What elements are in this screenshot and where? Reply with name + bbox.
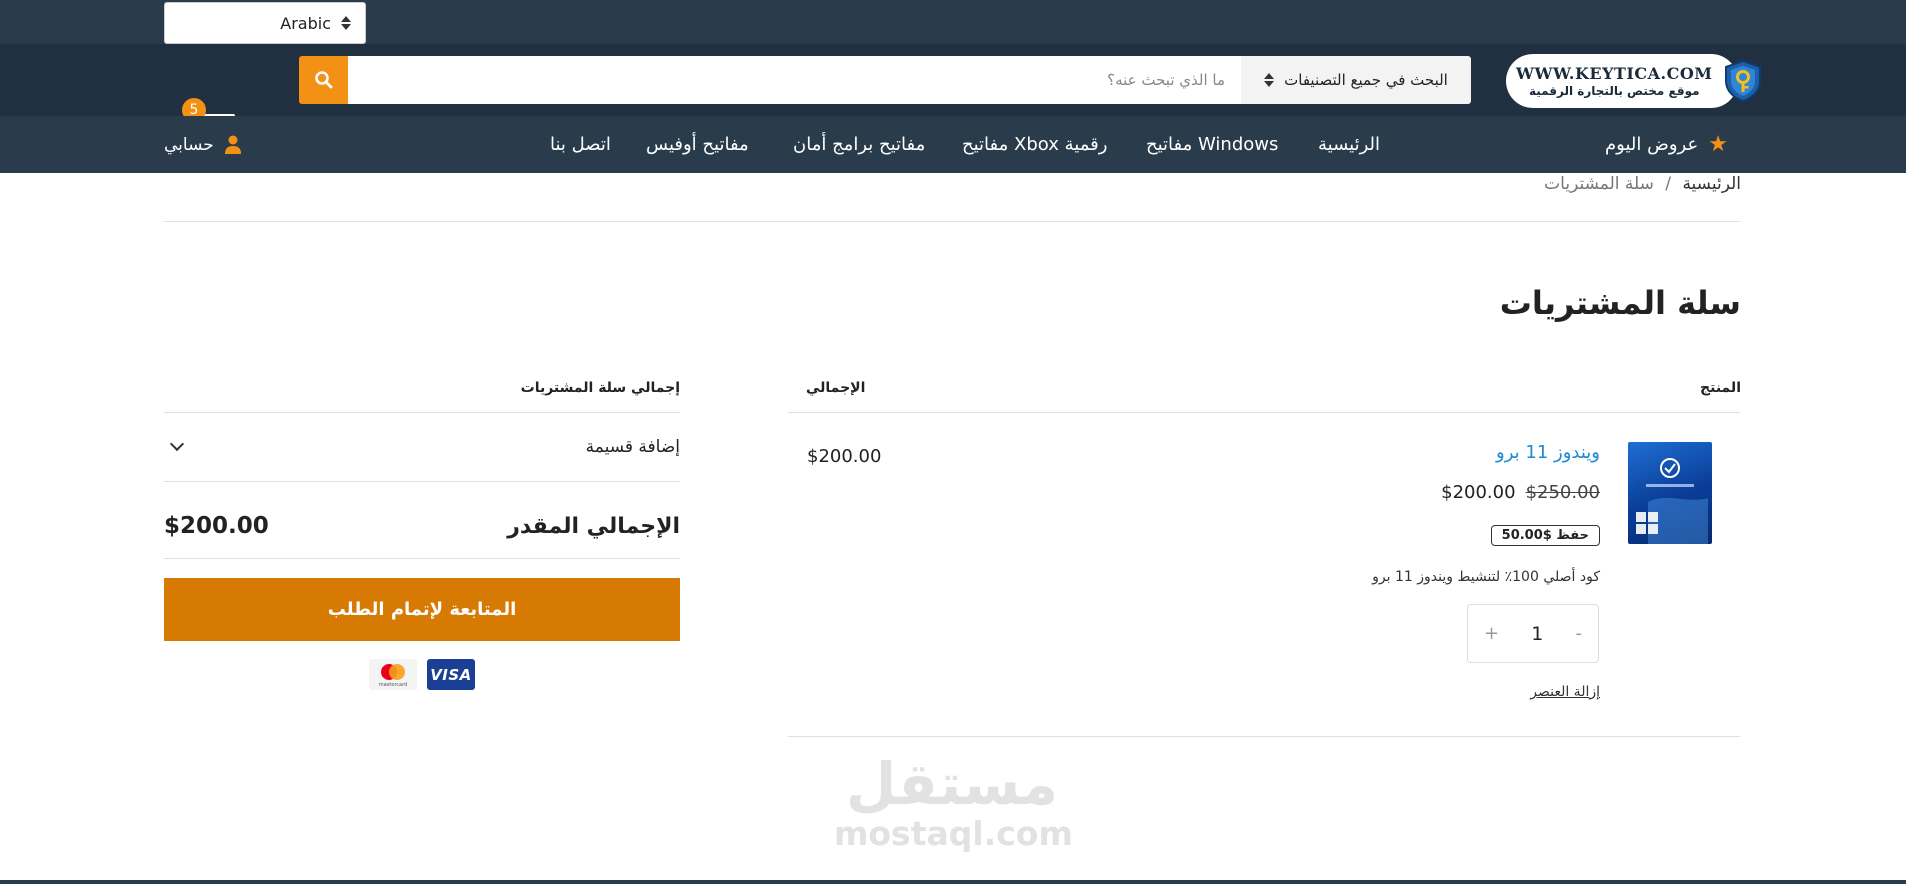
- account-link[interactable]: حسابي: [164, 116, 242, 173]
- mastercard-icon: mastercard: [369, 659, 417, 690]
- star-icon: ★: [1708, 132, 1728, 157]
- summary-title: إجمالي سلة المشتريات: [520, 380, 680, 396]
- breadcrumb-current: سلة المشتريات: [1544, 174, 1654, 194]
- account-label: حسابي: [164, 134, 214, 155]
- category-select-value: البحث في جميع التصنيفات: [1284, 71, 1448, 89]
- user-icon: [224, 135, 241, 154]
- nav-item-office-keys[interactable]: مفاتيح أوفيس: [646, 116, 749, 173]
- table-header-divider: [788, 412, 1740, 413]
- top-bar: Arabic: [0, 0, 1906, 44]
- windows-product-box-icon: [1636, 458, 1708, 544]
- site-logo[interactable]: WWW.KEYTICA.COM موقع مختص بالتجارة الرقم…: [1506, 54, 1761, 108]
- breadcrumb-home[interactable]: الرئيسية: [1682, 174, 1741, 194]
- nav-item-windows-keys[interactable]: مفاتيح Windows: [1146, 116, 1278, 173]
- search-bar: البحث في جميع التصنيفات: [299, 56, 1471, 104]
- product-name-link[interactable]: ويندوز 11 برو: [1496, 442, 1600, 463]
- product-column-header: المنتج: [1700, 380, 1741, 396]
- breadcrumb-separator: /: [1665, 174, 1672, 194]
- total-column-header: الإجمالي: [806, 380, 866, 396]
- summary-divider: [164, 481, 680, 482]
- coupon-label: إضافة قسيمة: [585, 437, 680, 457]
- estimated-total-row: $200.00 الإجمالي المقدر: [164, 496, 680, 556]
- bottom-strip: [0, 880, 1906, 884]
- search-input[interactable]: [348, 56, 1241, 104]
- updown-arrow-icon: [1264, 73, 1275, 87]
- nav-item-deals[interactable]: عروض اليوم ★: [1605, 116, 1728, 173]
- save-badge: حفظ $50.00: [1490, 525, 1600, 546]
- nav-item-security-keys[interactable]: مفاتيح برامج أمان: [793, 116, 925, 173]
- watermark-arabic: مستقل: [845, 750, 1059, 818]
- nav-item-deals-label: عروض اليوم: [1605, 134, 1699, 155]
- page-title: سلة المشتريات: [1499, 284, 1741, 322]
- mastercard-wordmark: mastercard: [378, 682, 408, 688]
- product-description: كود أصلي 100٪ لتنشيط ويندوز 11 برو: [1372, 569, 1600, 585]
- logo-tagline: موقع مختص بالتجارة الرقمية: [1528, 84, 1700, 98]
- watermark: مستقل mostaql.com: [834, 750, 1073, 853]
- nav-item-xbox-keys[interactable]: مفاتيح Xbox رقمية: [962, 116, 1107, 173]
- checkout-button[interactable]: المتابعة لإتمام الطلب: [164, 578, 680, 641]
- language-select-value: Arabic: [280, 13, 331, 33]
- visa-icon: VISA: [427, 659, 475, 690]
- nav-item-home[interactable]: الرئيسية: [1318, 116, 1380, 173]
- shield-key-icon: [1724, 59, 1761, 103]
- qty-decrease-button[interactable]: -: [1576, 623, 1583, 644]
- updown-arrow-icon: [341, 16, 351, 30]
- language-select[interactable]: Arabic: [164, 2, 366, 44]
- search-icon: [314, 71, 332, 89]
- summary-divider: [164, 558, 680, 559]
- product-prices: $200.00 $250.00: [1441, 482, 1600, 503]
- product-thumbnail[interactable]: [1628, 442, 1712, 544]
- table-row-divider: [788, 736, 1740, 737]
- logo-url: WWW.KEYTICA.COM: [1516, 64, 1713, 83]
- line-total: $200.00: [807, 446, 882, 467]
- estimated-total-label: الإجمالي المقدر: [507, 513, 680, 539]
- category-select[interactable]: البحث في جميع التصنيفات: [1241, 56, 1471, 104]
- qty-value[interactable]: 1: [1531, 623, 1543, 645]
- logo-text: WWW.KEYTICA.COM موقع مختص بالتجارة الرقم…: [1516, 64, 1713, 98]
- product-price: $200.00: [1441, 482, 1516, 503]
- quantity-stepper: + 1 -: [1467, 604, 1599, 663]
- product-old-price: $250.00: [1525, 482, 1600, 503]
- nav-item-contact[interactable]: اتصل بنا: [550, 116, 611, 173]
- coupon-toggle[interactable]: إضافة قسيمة: [164, 413, 680, 481]
- breadcrumb-divider: [164, 221, 1740, 222]
- qty-increase-button[interactable]: +: [1484, 623, 1499, 644]
- chevron-down-icon: [169, 436, 185, 452]
- watermark-latin: mostaql.com: [834, 814, 1073, 853]
- main-nav: عروض اليوم ★ الرئيسية مفاتيح Windows مفا…: [0, 116, 1906, 173]
- remove-item-link[interactable]: إزالة العنصر: [1530, 684, 1600, 700]
- estimated-total-value: $200.00: [164, 513, 269, 539]
- breadcrumb: الرئيسية / سلة المشتريات: [1544, 174, 1741, 194]
- site-header: WWW.KEYTICA.COM موقع مختص بالتجارة الرقم…: [0, 44, 1906, 144]
- search-button[interactable]: [299, 56, 348, 104]
- payment-icons: mastercard VISA: [369, 659, 475, 690]
